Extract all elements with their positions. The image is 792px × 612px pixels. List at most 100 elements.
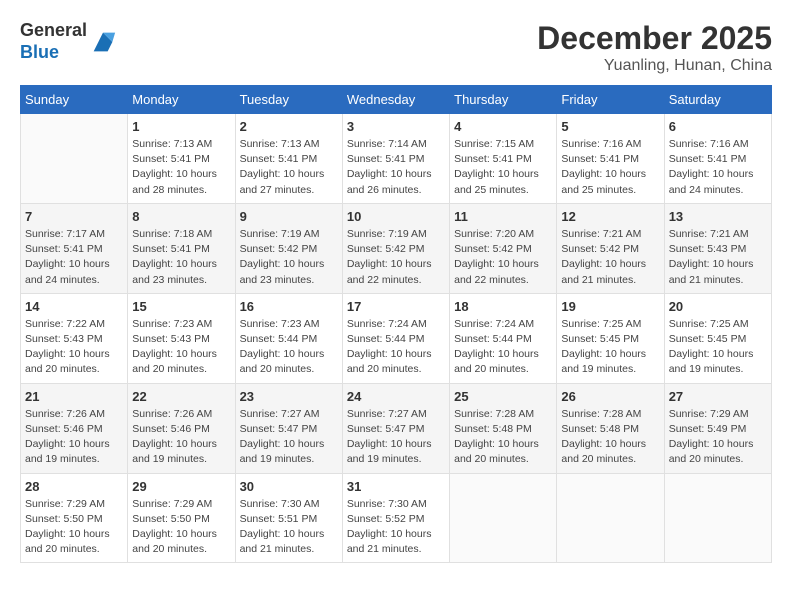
location-title: Yuanling, Hunan, China bbox=[537, 57, 772, 75]
day-info: Sunrise: 7:26 AMSunset: 5:46 PMDaylight:… bbox=[132, 407, 230, 468]
day-number: 12 bbox=[561, 209, 659, 224]
day-info: Sunrise: 7:28 AMSunset: 5:48 PMDaylight:… bbox=[454, 407, 552, 468]
calendar-cell: 17Sunrise: 7:24 AMSunset: 5:44 PMDayligh… bbox=[342, 293, 449, 383]
day-info: Sunrise: 7:25 AMSunset: 5:45 PMDaylight:… bbox=[669, 317, 767, 378]
day-info: Sunrise: 7:18 AMSunset: 5:41 PMDaylight:… bbox=[132, 227, 230, 288]
calendar-cell: 16 Sunrise: 7:23 AMSunset: 5:44 PMDayligh… bbox=[235, 293, 342, 383]
day-info: Sunrise: 7:23 AMSunset: 5:44 PMDaylight:… bbox=[240, 317, 338, 378]
day-info: Sunrise: 7:24 AMSunset: 5:44 PMDaylight:… bbox=[454, 317, 552, 378]
calendar-cell: 10 Sunrise: 7:19 AMSunset: 5:42 PMDayligh… bbox=[342, 203, 449, 293]
day-info: Sunrise: 7:22 AMSunset: 5:43 PMDaylight:… bbox=[25, 317, 123, 378]
day-number: 1 bbox=[132, 119, 230, 134]
header-thursday: Thursday bbox=[450, 86, 557, 114]
day-number: 14 bbox=[25, 299, 123, 314]
header-friday: Friday bbox=[557, 86, 664, 114]
calendar-cell: 11Sunrise: 7:20 AMSunset: 5:42 PMDayligh… bbox=[450, 203, 557, 293]
day-info: Sunrise: 7:25 AMSunset: 5:45 PMDaylight:… bbox=[561, 317, 659, 378]
calendar-week-4: 21 Sunrise: 7:26 AMSunset: 5:46 PMDayligh… bbox=[21, 383, 772, 473]
day-number: 26 bbox=[561, 389, 659, 404]
day-number: 20 bbox=[669, 299, 767, 314]
calendar-cell: 31 Sunrise: 7:30 AMSunset: 5:52 PMDayligh… bbox=[342, 473, 449, 563]
header-tuesday: Tuesday bbox=[235, 86, 342, 114]
day-number: 15 bbox=[132, 299, 230, 314]
day-info: Sunrise: 7:21 AMSunset: 5:42 PMDaylight:… bbox=[561, 227, 659, 288]
day-number: 31 bbox=[347, 479, 445, 494]
day-info: Sunrise: 7:27 AMSunset: 5:47 PMDaylight:… bbox=[347, 407, 445, 468]
logo: General Blue bbox=[20, 20, 117, 63]
day-info: Sunrise: 7:30 AMSunset: 5:52 PMDaylight:… bbox=[347, 497, 445, 558]
day-number: 5 bbox=[561, 119, 659, 134]
calendar-cell: 21 Sunrise: 7:26 AMSunset: 5:46 PMDayligh… bbox=[21, 383, 128, 473]
day-info: Sunrise: 7:20 AMSunset: 5:42 PMDaylight:… bbox=[454, 227, 552, 288]
day-number: 8 bbox=[132, 209, 230, 224]
calendar-cell: 19 Sunrise: 7:25 AMSunset: 5:45 PMDayligh… bbox=[557, 293, 664, 383]
calendar-cell: 1 Sunrise: 7:13 AMSunset: 5:41 PMDaylight… bbox=[128, 114, 235, 204]
calendar-week-1: 1 Sunrise: 7:13 AMSunset: 5:41 PMDaylight… bbox=[21, 114, 772, 204]
calendar-header-row: SundayMondayTuesdayWednesdayThursdayFrid… bbox=[21, 86, 772, 114]
page-header: General Blue December 2025 Yuanling, Hun… bbox=[20, 20, 772, 75]
day-number: 19 bbox=[561, 299, 659, 314]
day-number: 24 bbox=[347, 389, 445, 404]
calendar-cell: 20 Sunrise: 7:25 AMSunset: 5:45 PMDayligh… bbox=[664, 293, 771, 383]
header-saturday: Saturday bbox=[664, 86, 771, 114]
calendar-table: SundayMondayTuesdayWednesdayThursdayFrid… bbox=[20, 85, 772, 563]
logo-general: General bbox=[20, 20, 87, 40]
header-wednesday: Wednesday bbox=[342, 86, 449, 114]
calendar-cell: 18Sunrise: 7:24 AMSunset: 5:44 PMDayligh… bbox=[450, 293, 557, 383]
day-info: Sunrise: 7:19 AMSunset: 5:42 PMDaylight:… bbox=[347, 227, 445, 288]
calendar-cell: 4Sunrise: 7:15 AMSunset: 5:41 PMDaylight… bbox=[450, 114, 557, 204]
calendar-cell: 14 Sunrise: 7:22 AMSunset: 5:43 PMDayligh… bbox=[21, 293, 128, 383]
day-info: Sunrise: 7:29 AMSunset: 5:50 PMDaylight:… bbox=[132, 497, 230, 558]
day-info: Sunrise: 7:29 AMSunset: 5:50 PMDaylight:… bbox=[25, 497, 123, 558]
day-number: 21 bbox=[25, 389, 123, 404]
logo-blue: Blue bbox=[20, 42, 59, 62]
calendar-cell: 25 Sunrise: 7:28 AMSunset: 5:48 PMDayligh… bbox=[450, 383, 557, 473]
calendar-cell: 2 Sunrise: 7:13 AMSunset: 5:41 PMDaylight… bbox=[235, 114, 342, 204]
calendar-cell: 8 Sunrise: 7:18 AMSunset: 5:41 PMDaylight… bbox=[128, 203, 235, 293]
day-number: 16 bbox=[240, 299, 338, 314]
calendar-cell bbox=[664, 473, 771, 563]
day-info: Sunrise: 7:15 AMSunset: 5:41 PMDaylight:… bbox=[454, 137, 552, 198]
logo-icon bbox=[89, 28, 117, 56]
day-number: 28 bbox=[25, 479, 123, 494]
day-info: Sunrise: 7:27 AMSunset: 5:47 PMDaylight:… bbox=[240, 407, 338, 468]
day-number: 10 bbox=[347, 209, 445, 224]
calendar-week-2: 7 Sunrise: 7:17 AMSunset: 5:41 PMDaylight… bbox=[21, 203, 772, 293]
calendar-cell: 9 Sunrise: 7:19 AMSunset: 5:42 PMDaylight… bbox=[235, 203, 342, 293]
calendar-cell: 23 Sunrise: 7:27 AMSunset: 5:47 PMDayligh… bbox=[235, 383, 342, 473]
day-number: 2 bbox=[240, 119, 338, 134]
day-number: 9 bbox=[240, 209, 338, 224]
month-title: December 2025 bbox=[537, 20, 772, 57]
header-monday: Monday bbox=[128, 86, 235, 114]
calendar-cell: 7 Sunrise: 7:17 AMSunset: 5:41 PMDaylight… bbox=[21, 203, 128, 293]
calendar-body: 1 Sunrise: 7:13 AMSunset: 5:41 PMDaylight… bbox=[21, 114, 772, 563]
day-number: 30 bbox=[240, 479, 338, 494]
day-info: Sunrise: 7:13 AMSunset: 5:41 PMDaylight:… bbox=[240, 137, 338, 198]
calendar-cell: 26 Sunrise: 7:28 AMSunset: 5:48 PMDayligh… bbox=[557, 383, 664, 473]
calendar-cell: 29 Sunrise: 7:29 AMSunset: 5:50 PMDayligh… bbox=[128, 473, 235, 563]
day-info: Sunrise: 7:21 AMSunset: 5:43 PMDaylight:… bbox=[669, 227, 767, 288]
day-info: Sunrise: 7:30 AMSunset: 5:51 PMDaylight:… bbox=[240, 497, 338, 558]
day-number: 7 bbox=[25, 209, 123, 224]
day-number: 17 bbox=[347, 299, 445, 314]
day-number: 29 bbox=[132, 479, 230, 494]
day-number: 23 bbox=[240, 389, 338, 404]
day-info: Sunrise: 7:16 AMSunset: 5:41 PMDaylight:… bbox=[669, 137, 767, 198]
calendar-week-5: 28 Sunrise: 7:29 AMSunset: 5:50 PMDayligh… bbox=[21, 473, 772, 563]
day-number: 27 bbox=[669, 389, 767, 404]
calendar-cell: 3Sunrise: 7:14 AMSunset: 5:41 PMDaylight… bbox=[342, 114, 449, 204]
day-info: Sunrise: 7:17 AMSunset: 5:41 PMDaylight:… bbox=[25, 227, 123, 288]
day-info: Sunrise: 7:26 AMSunset: 5:46 PMDaylight:… bbox=[25, 407, 123, 468]
day-number: 3 bbox=[347, 119, 445, 134]
day-info: Sunrise: 7:13 AMSunset: 5:41 PMDaylight:… bbox=[132, 137, 230, 198]
day-number: 25 bbox=[454, 389, 552, 404]
day-info: Sunrise: 7:28 AMSunset: 5:48 PMDaylight:… bbox=[561, 407, 659, 468]
day-info: Sunrise: 7:19 AMSunset: 5:42 PMDaylight:… bbox=[240, 227, 338, 288]
calendar-cell: 30 Sunrise: 7:30 AMSunset: 5:51 PMDayligh… bbox=[235, 473, 342, 563]
calendar-cell: 22Sunrise: 7:26 AMSunset: 5:46 PMDayligh… bbox=[128, 383, 235, 473]
calendar-cell: 28 Sunrise: 7:29 AMSunset: 5:50 PMDayligh… bbox=[21, 473, 128, 563]
calendar-cell: 15Sunrise: 7:23 AMSunset: 5:43 PMDayligh… bbox=[128, 293, 235, 383]
day-info: Sunrise: 7:29 AMSunset: 5:49 PMDaylight:… bbox=[669, 407, 767, 468]
calendar-cell: 24 Sunrise: 7:27 AMSunset: 5:47 PMDayligh… bbox=[342, 383, 449, 473]
day-number: 6 bbox=[669, 119, 767, 134]
